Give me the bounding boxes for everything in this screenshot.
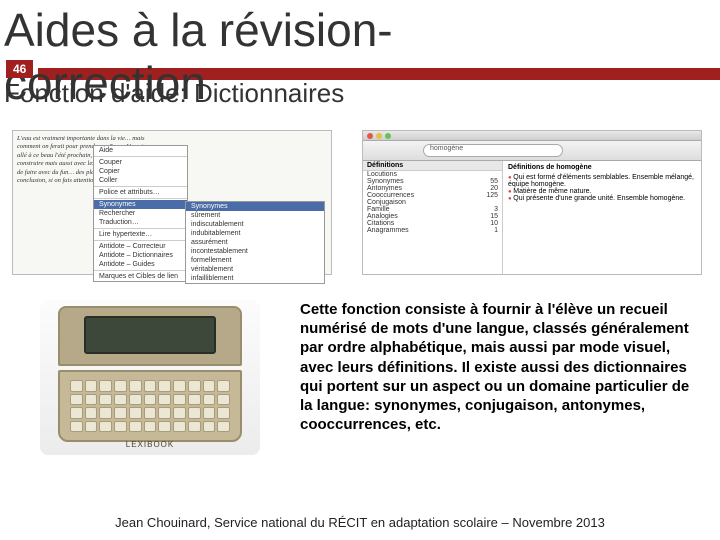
device-base — [58, 370, 242, 442]
submenu-item: sûrement — [186, 211, 324, 220]
definition-bullet: Matière de même nature. — [508, 188, 696, 195]
synonym-submenu: Synonymes sûrement indiscutablement indu… — [185, 201, 325, 284]
menu-item: Antidote – Guides — [94, 260, 187, 269]
menu-item: Aide — [94, 146, 187, 155]
description-paragraph: Cette fonction consiste à fournir à l'él… — [300, 300, 696, 434]
menu-item: Antidote – Dictionnaires — [94, 251, 187, 260]
menu-item: Rechercher — [94, 209, 187, 218]
submenu-item: Synonymes — [186, 202, 324, 211]
sidebar-item: Locutions — [363, 171, 502, 178]
antidote-dictionary-screenshot: homogène Définitions Locutions Synonymes… — [362, 130, 702, 275]
page-number-badge: 46 — [6, 60, 33, 78]
device-lid — [58, 306, 242, 366]
submenu-item: indiscutablement — [186, 220, 324, 229]
sidebar-item: Anagrammes1 — [363, 227, 502, 234]
menu-item: Police et attributs… — [94, 188, 187, 197]
minimize-icon — [376, 133, 382, 139]
menu-item-synonymes: Synonymes — [94, 200, 187, 209]
sidebar-item: Synonymes55 — [363, 178, 502, 185]
footer-credit: Jean Chouinard, Service national du RÉCI… — [0, 515, 720, 530]
menu-item: Traduction… — [94, 218, 187, 227]
slide-title-line2: correction — [4, 56, 206, 110]
sidebar-item: Analogies15 — [363, 213, 502, 220]
dictionary-sidebar: Définitions Locutions Synonymes55 Antony… — [363, 161, 503, 274]
device-keyboard — [70, 380, 230, 432]
definition-heading: Définitions de homogène — [508, 164, 696, 171]
window-titlebar — [363, 131, 701, 141]
definition-bullet: Qui présente d'une grande unité. Ensembl… — [508, 195, 696, 202]
submenu-item: formellement — [186, 256, 324, 265]
sidebar-item: Famille3 — [363, 206, 502, 213]
zoom-icon — [385, 133, 391, 139]
submenu-item: véritablement — [186, 265, 324, 274]
electronic-dictionary-device: LEXIBOOK — [40, 300, 260, 455]
menu-item: Couper — [94, 158, 187, 167]
screenshot-row: L'eau est vraiment importante dans la vi… — [12, 130, 708, 275]
device-screen — [84, 316, 216, 354]
menu-item: Coller — [94, 176, 187, 185]
sidebar-item: Cooccurrences125 — [363, 192, 502, 199]
sidebar-header: Définitions — [363, 161, 502, 171]
menu-item: Antidote – Correcteur — [94, 242, 187, 251]
submenu-item: assurément — [186, 238, 324, 247]
word-context-menu-screenshot: L'eau est vraiment importante dans la vi… — [12, 130, 332, 275]
slide-title-line1: Aides à la révision- — [0, 0, 720, 54]
device-brand-label: LEXIBOOK — [40, 440, 260, 449]
submenu-item: incontestablement — [186, 247, 324, 256]
search-field: homogène — [423, 144, 563, 157]
submenu-item: infailliblement — [186, 274, 324, 283]
menu-item: Lire hypertexte… — [94, 230, 187, 239]
menu-item: Marques et Cibles de lien — [94, 272, 187, 281]
close-icon — [367, 133, 373, 139]
sidebar-item: Conjugaison — [363, 199, 502, 206]
definition-pane: Définitions de homogène Qui est formé d'… — [503, 161, 701, 274]
submenu-item: indubitablement — [186, 229, 324, 238]
menu-item: Copier — [94, 167, 187, 176]
definition-bullet: Qui est formé d'éléments semblables. Ens… — [508, 174, 696, 188]
context-menu: Aide Couper Copier Coller Police et attr… — [93, 145, 188, 282]
sidebar-item: Citations10 — [363, 220, 502, 227]
sidebar-item: Antonymes20 — [363, 185, 502, 192]
